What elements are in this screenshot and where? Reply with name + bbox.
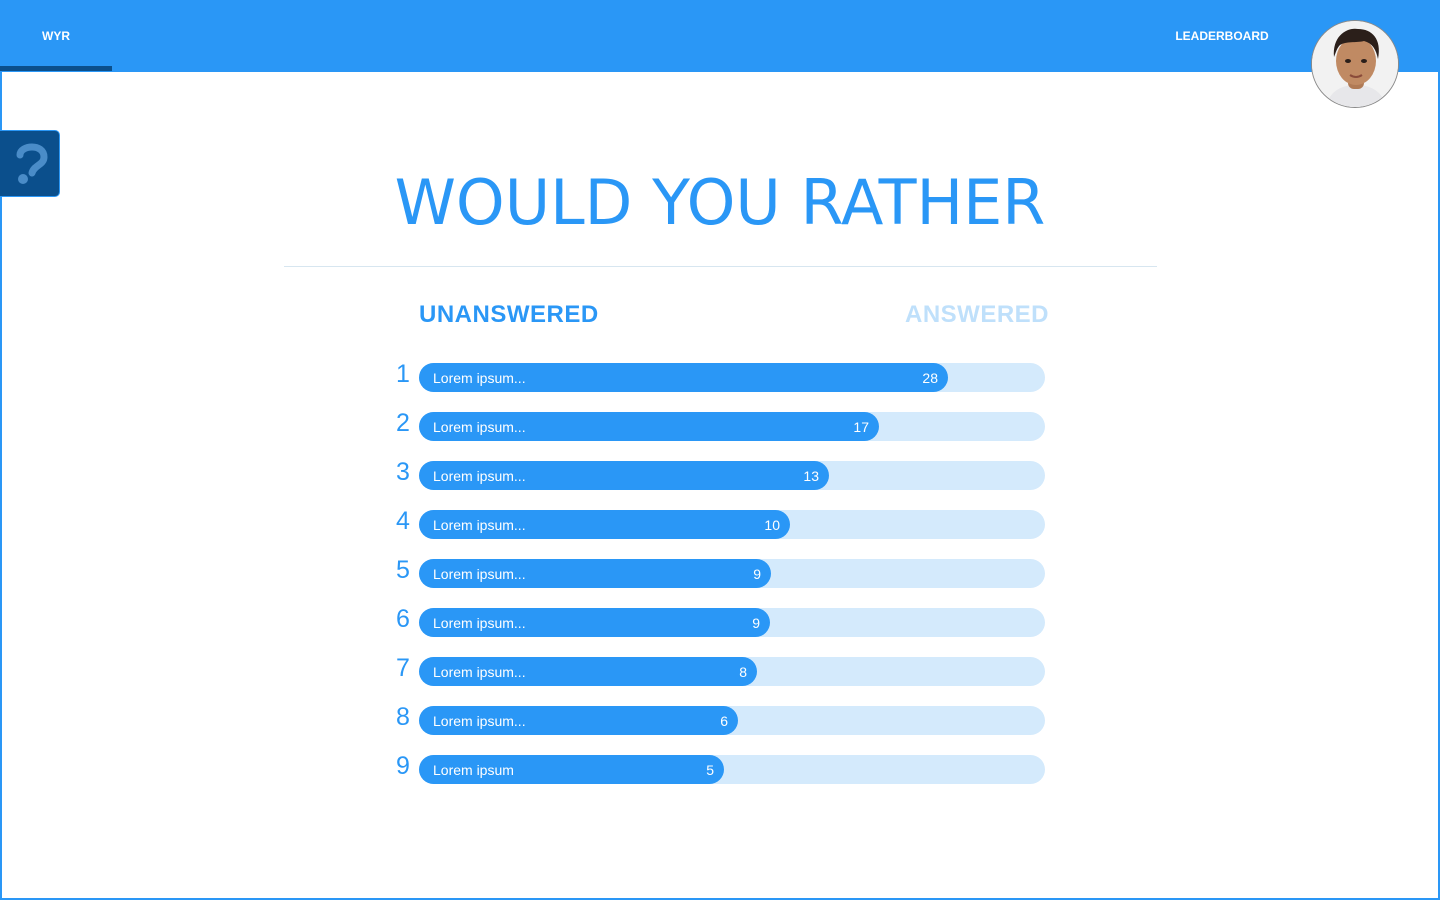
nav-tab-home[interactable]: WYR xyxy=(0,0,112,72)
question-row: 3 Lorem ipsum... 13 xyxy=(390,458,1050,490)
question-row: 7 Lorem ipsum... 8 xyxy=(390,654,1050,686)
question-bar[interactable]: Lorem ipsum... 10 xyxy=(419,510,1045,539)
question-row: 9 Lorem ipsum 5 xyxy=(390,752,1050,784)
nav-tab-leaderboard[interactable]: LEADERBOARD xyxy=(1160,0,1284,72)
page-title: WOULD YOU RATHER xyxy=(394,166,1046,239)
question-rank: 3 xyxy=(396,458,410,486)
active-tab-indicator xyxy=(0,66,112,71)
question-bar-fill: Lorem ipsum... 28 xyxy=(419,363,948,392)
question-bar[interactable]: Lorem ipsum... 6 xyxy=(419,706,1045,735)
question-vote-count: 13 xyxy=(803,468,819,484)
question-row: 1 Lorem ipsum... 28 xyxy=(390,360,1050,392)
user-avatar[interactable] xyxy=(1311,20,1399,108)
question-text: Lorem ipsum... xyxy=(433,517,526,533)
question-bar[interactable]: Lorem ipsum... 13 xyxy=(419,461,1045,490)
top-navbar: WYR LEADERBOARD xyxy=(0,0,1440,72)
question-text: Lorem ipsum... xyxy=(433,566,526,582)
question-bar-fill: Lorem ipsum... 8 xyxy=(419,657,757,686)
question-text: Lorem ipsum... xyxy=(433,370,526,386)
question-rank: 6 xyxy=(396,605,410,633)
question-text: Lorem ipsum... xyxy=(433,713,526,729)
question-vote-count: 9 xyxy=(753,566,761,582)
tab-answered[interactable]: ANSWERED xyxy=(905,301,1049,329)
title-divider xyxy=(284,266,1157,267)
question-list: 1 Lorem ipsum... 28 2 Lorem ipsum... 17 3 Lorem… xyxy=(390,360,1050,804)
question-bar[interactable]: Lorem ipsum... 28 xyxy=(419,363,1045,392)
question-bar[interactable]: Lorem ipsum 5 xyxy=(419,755,1045,784)
question-rank: 2 xyxy=(396,409,410,437)
question-bar-fill: Lorem ipsum... 9 xyxy=(419,559,771,588)
question-vote-count: 9 xyxy=(752,615,760,631)
question-text: Lorem ipsum... xyxy=(433,419,526,435)
question-vote-count: 5 xyxy=(706,762,714,778)
question-rank: 7 xyxy=(396,654,410,682)
question-rank: 8 xyxy=(396,703,410,731)
question-vote-count: 6 xyxy=(720,713,728,729)
question-row: 2 Lorem ipsum... 17 xyxy=(390,409,1050,441)
question-text: Lorem ipsum... xyxy=(433,615,526,631)
question-bar-fill: Lorem ipsum... 6 xyxy=(419,706,738,735)
question-bar-fill: Lorem ipsum... 17 xyxy=(419,412,879,441)
question-bar[interactable]: Lorem ipsum... 17 xyxy=(419,412,1045,441)
question-text: Lorem ipsum xyxy=(433,762,514,778)
question-rank: 4 xyxy=(396,507,410,535)
question-bar-fill: Lorem ipsum... 10 xyxy=(419,510,790,539)
question-rank: 1 xyxy=(396,360,410,388)
nav-home-label: WYR xyxy=(42,29,70,43)
question-row: 4 Lorem ipsum... 10 xyxy=(390,507,1050,539)
question-row: 8 Lorem ipsum... 6 xyxy=(390,703,1050,735)
question-bar[interactable]: Lorem ipsum... 9 xyxy=(419,608,1045,637)
question-text: Lorem ipsum... xyxy=(433,664,526,680)
question-bar-fill: Lorem ipsum... 9 xyxy=(419,608,770,637)
question-rank: 9 xyxy=(396,752,410,780)
nav-leaderboard-label: LEADERBOARD xyxy=(1175,29,1269,43)
question-row: 6 Lorem ipsum... 9 xyxy=(390,605,1050,637)
tab-unanswered[interactable]: UNANSWERED xyxy=(419,301,599,329)
avatar-portrait xyxy=(1312,21,1398,107)
question-vote-count: 8 xyxy=(739,664,747,680)
question-vote-count: 28 xyxy=(922,370,938,386)
question-bar-fill: Lorem ipsum 5 xyxy=(419,755,724,784)
question-bar[interactable]: Lorem ipsum... 9 xyxy=(419,559,1045,588)
question-text: Lorem ipsum... xyxy=(433,468,526,484)
question-row: 5 Lorem ipsum... 9 xyxy=(390,556,1050,588)
question-vote-count: 17 xyxy=(853,419,869,435)
question-vote-count: 10 xyxy=(764,517,780,533)
question-bar-fill: Lorem ipsum... 13 xyxy=(419,461,829,490)
question-rank: 5 xyxy=(396,556,410,584)
question-bar[interactable]: Lorem ipsum... 8 xyxy=(419,657,1045,686)
